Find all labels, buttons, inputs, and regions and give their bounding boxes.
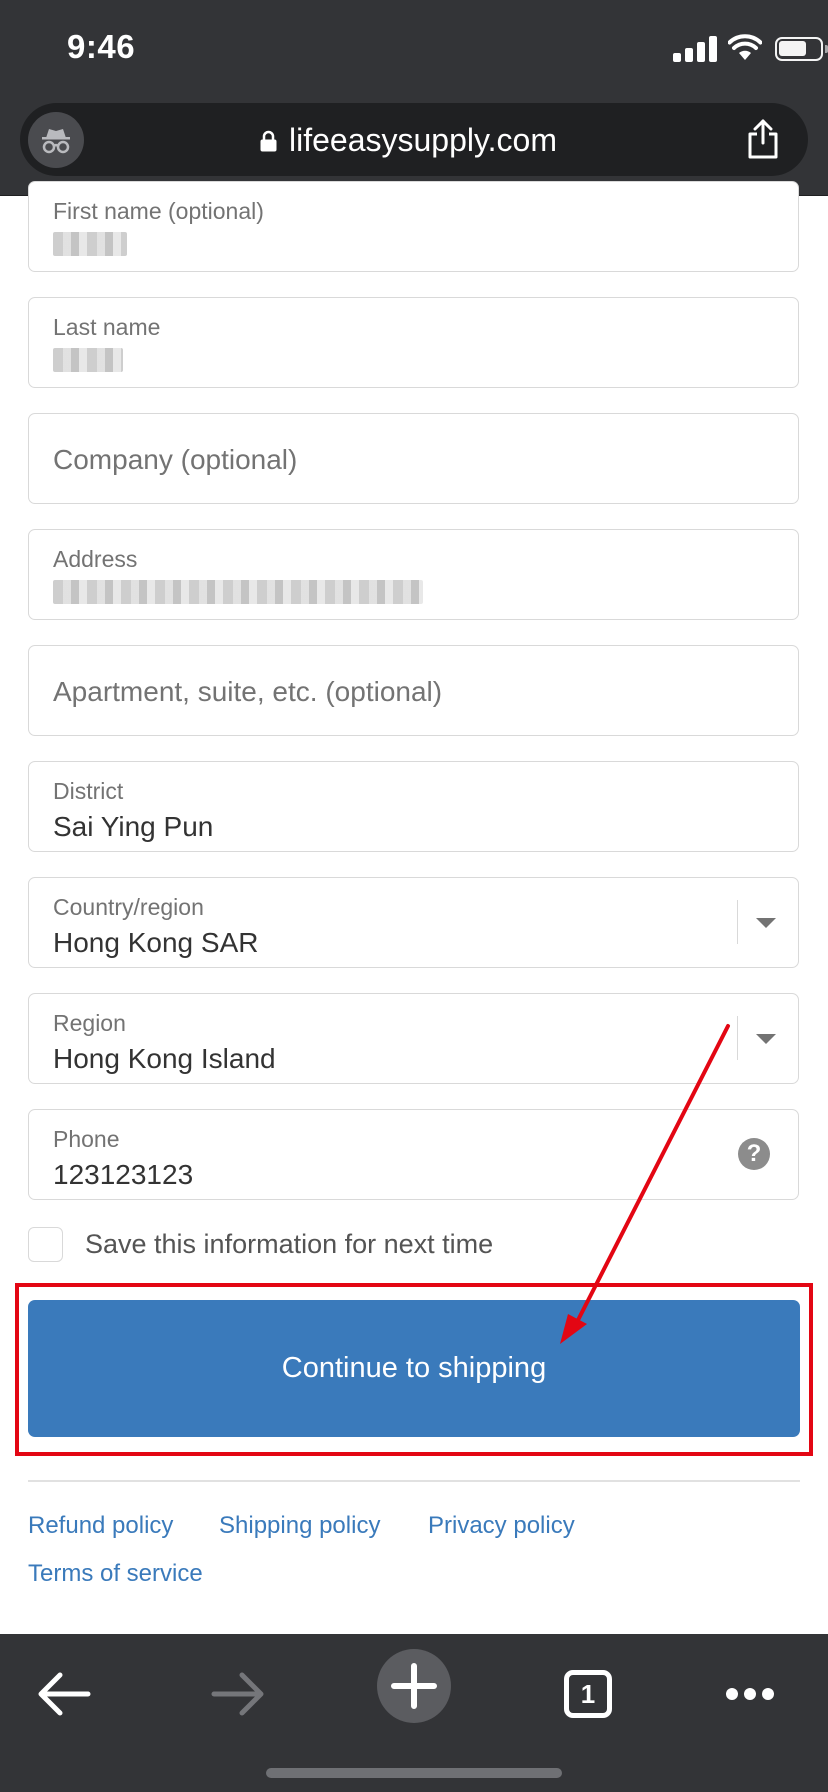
status-time: 9:46 bbox=[67, 28, 136, 65]
browser-toolbar: 1 bbox=[0, 1634, 828, 1792]
country-select[interactable]: Country/region Hong Kong SAR bbox=[28, 877, 799, 968]
wifi-icon bbox=[728, 34, 762, 60]
new-tab-icon[interactable] bbox=[374, 1646, 454, 1726]
save-info-row[interactable]: Save this information for next time bbox=[28, 1225, 628, 1265]
more-options-icon[interactable] bbox=[710, 1654, 790, 1734]
address-field[interactable]: Address bbox=[28, 529, 799, 620]
footer-divider bbox=[28, 1480, 800, 1482]
company-field[interactable]: Company (optional) bbox=[28, 413, 799, 504]
district-label: District bbox=[53, 778, 124, 804]
battery-icon bbox=[775, 37, 828, 61]
phone-field[interactable]: Phone 123123123 ? bbox=[28, 1109, 799, 1200]
last-name-label: Last name bbox=[53, 314, 161, 340]
last-name-field[interactable]: Last name bbox=[28, 297, 799, 388]
apartment-field[interactable]: Apartment, suite, etc. (optional) bbox=[28, 645, 799, 736]
forward-arrow-icon[interactable] bbox=[198, 1654, 278, 1734]
country-value: Hong Kong SAR bbox=[53, 927, 259, 958]
district-value: Sai Ying Pun bbox=[53, 811, 214, 842]
privacy-policy-link[interactable]: Privacy policy bbox=[428, 1512, 575, 1540]
region-label: Region bbox=[53, 1010, 126, 1036]
tab-count: 1 bbox=[580, 1679, 596, 1709]
url-text: lifeeasysupply.com bbox=[289, 121, 557, 158]
district-field[interactable]: District Sai Ying Pun bbox=[28, 761, 799, 852]
address-label: Address bbox=[53, 546, 138, 572]
url-display[interactable]: lifeeasysupply.com bbox=[260, 121, 557, 159]
region-select[interactable]: Region Hong Kong Island bbox=[28, 993, 799, 1084]
home-indicator bbox=[266, 1768, 562, 1778]
incognito-icon[interactable] bbox=[28, 112, 84, 168]
save-info-label: Save this information for next time bbox=[85, 1229, 494, 1259]
address-bar[interactable]: lifeeasysupply.com bbox=[20, 103, 808, 176]
battery-level bbox=[779, 41, 806, 56]
browser-top-chrome: 9:46 lifeeasysupply.com bbox=[0, 0, 828, 196]
lock-icon bbox=[260, 130, 277, 152]
apartment-placeholder: Apartment, suite, etc. (optional) bbox=[53, 676, 443, 707]
chevron-down-icon[interactable] bbox=[756, 1034, 776, 1044]
annotation-highlight-box bbox=[15, 1283, 813, 1456]
last-name-redacted-value bbox=[53, 348, 123, 372]
save-info-checkbox[interactable] bbox=[28, 1227, 63, 1262]
cellular-signal-icon bbox=[673, 36, 717, 62]
select-divider bbox=[736, 1016, 738, 1060]
first-name-field[interactable]: First name (optional) bbox=[28, 181, 799, 272]
shipping-policy-link[interactable]: Shipping policy bbox=[219, 1512, 380, 1540]
terms-of-service-link[interactable]: Terms of service bbox=[28, 1560, 203, 1588]
first-name-redacted-value bbox=[53, 232, 127, 256]
help-icon[interactable]: ? bbox=[738, 1138, 770, 1170]
phone-label: Phone bbox=[53, 1126, 120, 1152]
chevron-down-icon[interactable] bbox=[756, 918, 776, 928]
back-arrow-icon[interactable] bbox=[24, 1654, 104, 1734]
select-divider bbox=[736, 900, 738, 944]
phone-value: 123123123 bbox=[53, 1159, 194, 1190]
country-label: Country/region bbox=[53, 894, 204, 920]
address-redacted-value bbox=[53, 580, 423, 604]
first-name-label: First name (optional) bbox=[53, 198, 264, 224]
tab-switcher-button[interactable]: 1 bbox=[548, 1654, 628, 1734]
refund-policy-link[interactable]: Refund policy bbox=[28, 1512, 173, 1540]
share-icon[interactable] bbox=[746, 119, 780, 159]
status-icons bbox=[628, 0, 828, 100]
company-placeholder: Company (optional) bbox=[53, 444, 298, 475]
region-value: Hong Kong Island bbox=[53, 1043, 276, 1074]
